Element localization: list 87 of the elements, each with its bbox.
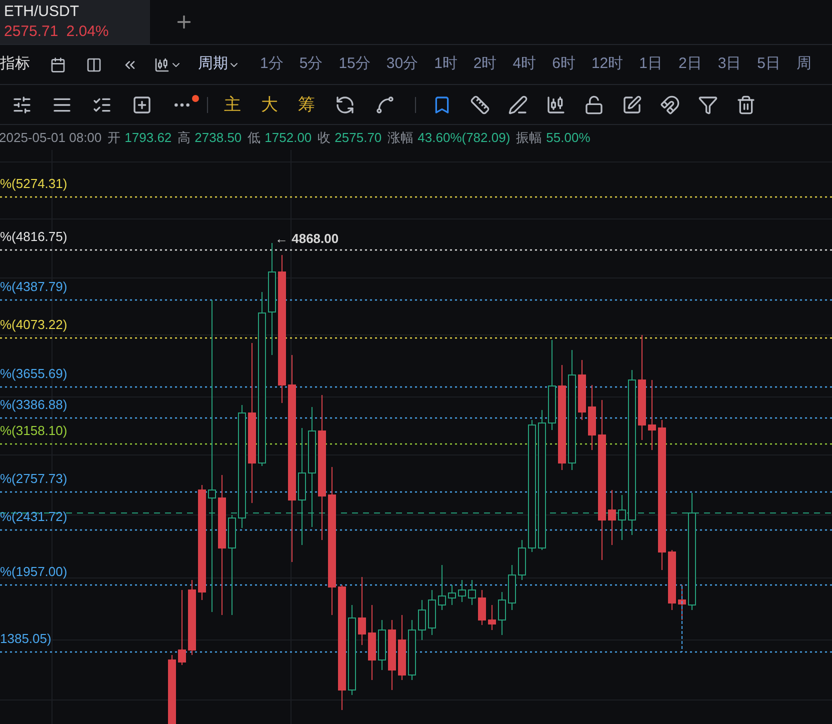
overlay-button[interactable]: 主 [224, 92, 241, 118]
note-icon[interactable] [622, 94, 642, 114]
candles-icon[interactable] [546, 94, 566, 114]
symbol-tab[interactable]: ETH/USDT 2575.71 2.04% [0, 0, 150, 44]
lock-icon[interactable] [584, 94, 604, 114]
candle [588, 384, 596, 450]
period-tab[interactable]: 周 [788, 53, 820, 76]
field-label: 收 [318, 128, 331, 147]
ruler-icon[interactable] [470, 94, 490, 114]
candle-date: 2025-05-01 08:00 [0, 128, 102, 147]
calendar-icon[interactable] [50, 56, 66, 72]
period-tab[interactable]: 2日 [670, 53, 710, 76]
magnet-icon[interactable] [660, 94, 680, 114]
candle [498, 592, 506, 636]
candle [488, 604, 496, 630]
field-value: 1793.62 [124, 128, 172, 147]
level-label: %(3386.88) [0, 397, 68, 413]
candle [678, 584, 686, 620]
level-label: %(1957.00) [0, 564, 68, 580]
candle [428, 590, 436, 636]
field-label: 高 [178, 128, 191, 147]
period-tab[interactable]: 15分 [330, 53, 378, 76]
candle [648, 380, 656, 450]
level-label: %(4387.79) [0, 279, 68, 295]
last-price: 2575.71 [4, 22, 58, 42]
candle [478, 590, 486, 626]
candle [578, 360, 586, 420]
overlay-button[interactable]: 筹 [298, 92, 315, 118]
candlestick-icon[interactable] [154, 56, 170, 72]
candle [468, 580, 476, 606]
candle [618, 494, 626, 540]
curve-icon[interactable] [375, 94, 395, 114]
candle [608, 490, 616, 546]
symbol-name: ETH/USDT [4, 2, 80, 22]
period-tab[interactable]: 4时 [504, 53, 544, 76]
level-label: %(3655.69) [0, 366, 68, 382]
candle [388, 620, 396, 690]
candle [668, 550, 676, 610]
sliders-icon[interactable] [12, 94, 32, 114]
field-label: 低 [248, 128, 261, 147]
field-label: 振幅 [516, 128, 542, 147]
candle [448, 584, 456, 606]
period-tab[interactable]: 6时 [544, 53, 584, 76]
level-label: %(3158.10) [0, 423, 68, 439]
candle [518, 540, 526, 580]
level-label: %(4073.22) [0, 317, 68, 333]
period-tab[interactable]: 2时 [465, 53, 505, 76]
refresh-icon[interactable] [335, 94, 355, 114]
level-label: %(4816.75) [0, 229, 68, 245]
candle [358, 576, 366, 646]
period-tab[interactable]: 3日 [710, 53, 750, 76]
candle [398, 614, 406, 680]
level-label: %(2757.73) [0, 471, 68, 487]
level-label: 1385.05) [0, 631, 52, 647]
candle [508, 564, 516, 610]
field-value: 2738.50 [194, 128, 242, 147]
level-label: %(5274.31) [0, 176, 68, 192]
candle [168, 654, 176, 724]
field-label: 涨幅 [388, 128, 414, 147]
period-tab[interactable]: 1时 [426, 53, 466, 76]
field-label: 开 [108, 128, 121, 147]
filter-icon[interactable] [698, 94, 718, 114]
overlay-button[interactable]: 大 [261, 92, 278, 118]
period-tab[interactable]: 12时 [583, 53, 632, 76]
field-value: 43.60%(782.09) [418, 128, 510, 147]
trash-icon[interactable] [736, 94, 756, 114]
layout-icon[interactable] [86, 56, 102, 72]
pen-icon[interactable] [508, 94, 528, 114]
candle [418, 600, 426, 640]
field-value: 55.00% [546, 128, 590, 147]
indicator-menu[interactable]: 指标 [0, 53, 30, 76]
period-tab[interactable]: 5日 [749, 53, 788, 76]
period-tab[interactable]: 1日 [631, 53, 670, 76]
level-label: %(2431.72) [0, 509, 68, 525]
candle [408, 620, 416, 680]
price-change: 2.04% [66, 22, 109, 42]
candle [438, 564, 446, 610]
period-menu[interactable]: 周期 [198, 53, 228, 76]
field-value: 2575.70 [334, 128, 382, 147]
period-tab[interactable]: 1分 [252, 53, 292, 76]
candle [378, 620, 386, 670]
candle [458, 580, 466, 602]
field-value: 1752.00 [264, 128, 312, 147]
add-box-icon[interactable] [132, 94, 152, 114]
period-tab[interactable]: 30分 [378, 53, 426, 76]
period-tab[interactable]: 5分 [291, 53, 331, 76]
peak-price-label: ← 4868.00 [275, 230, 339, 248]
